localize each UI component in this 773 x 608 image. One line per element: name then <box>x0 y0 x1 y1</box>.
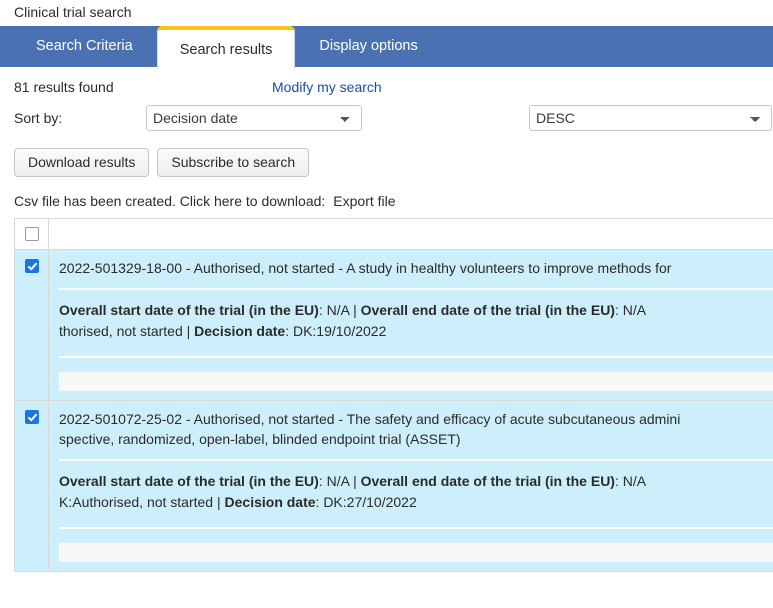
download-results-button[interactable]: Download results <box>14 148 150 177</box>
detail-field-value: : DK:27/10/2022 <box>315 494 417 510</box>
select-all-cell <box>15 219 49 249</box>
tab-bar: Search Criteria Search results Display o… <box>0 26 773 69</box>
result-title[interactable]: 2022-501072-25-02 - Authorised, not star… <box>49 401 773 429</box>
sort-order-select[interactable]: DESC <box>529 105 772 131</box>
detail-field-value: K:Authorised, not started | <box>59 494 225 510</box>
sort-field-select[interactable]: Decision date <box>146 105 362 131</box>
modify-my-search-link[interactable]: Modify my search <box>272 79 382 95</box>
table-header-row <box>15 219 773 250</box>
result-details: Overall start date of the trial (in the … <box>49 461 773 513</box>
detail-line: Overall start date of the trial (in the … <box>59 300 773 321</box>
result-progress-strip <box>59 372 773 391</box>
detail-field-value: : N/A | <box>318 473 361 489</box>
detail-field-value: : N/A <box>614 473 647 489</box>
sort-row: Sort by: Decision date DESC <box>0 95 773 131</box>
detail-line: thorised, not started | Decision date: D… <box>59 321 773 342</box>
detail-line: K:Authorised, not started | Decision dat… <box>59 492 773 513</box>
table-row[interactable]: 2022-501329-18-00 - Authorised, not star… <box>15 250 773 401</box>
csv-notice-text: Csv file has been created. Click here to… <box>14 193 326 209</box>
csv-notice: Csv file has been created. Click here to… <box>0 177 773 209</box>
detail-field-value: : N/A | <box>318 302 361 318</box>
result-title[interactable]: 2022-501329-18-00 - Authorised, not star… <box>49 250 773 278</box>
detail-line: Overall start date of the trial (in the … <box>59 471 773 492</box>
detail-field-label: Overall start date of the trial (in the … <box>59 302 319 318</box>
detail-field-label: Overall end date of the trial (in the EU… <box>360 473 615 489</box>
table-row[interactable]: 2022-501072-25-02 - Authorised, not star… <box>15 401 773 572</box>
detail-field-label: Decision date <box>194 323 286 339</box>
export-file-link[interactable]: Export file <box>333 193 395 209</box>
results-table: 2022-501329-18-00 - Authorised, not star… <box>14 218 773 572</box>
detail-field-label: Overall start date of the trial (in the … <box>59 473 319 489</box>
result-divider-lower <box>59 356 773 358</box>
row-select-checkbox[interactable] <box>24 410 39 424</box>
subscribe-to-search-button[interactable]: Subscribe to search <box>157 148 310 177</box>
detail-field-value: : DK:19/10/2022 <box>285 323 387 339</box>
result-title-continued: spective, randomized, open-label, blinde… <box>59 431 461 447</box>
row-select-cell <box>15 250 49 400</box>
results-summary-bar: 81 results found Modify my search <box>0 67 773 95</box>
page-title: Clinical trial search <box>14 4 132 20</box>
table-header-blank-cell <box>49 219 773 249</box>
detail-field-label: Decision date <box>224 494 316 510</box>
row-select-cell <box>15 401 49 571</box>
result-cell: 2022-501329-18-00 - Authorised, not star… <box>49 250 773 400</box>
result-details: Overall start date of the trial (in the … <box>49 290 773 342</box>
tab-search-results[interactable]: Search results <box>156 26 296 69</box>
select-all-checkbox[interactable] <box>24 227 39 241</box>
result-progress-strip <box>59 543 773 562</box>
tab-display-options[interactable]: Display options <box>297 26 439 67</box>
detail-field-label: Overall end date of the trial (in the EU… <box>360 302 615 318</box>
detail-field-value: thorised, not started | <box>59 323 195 339</box>
sort-by-label: Sort by: <box>14 110 63 126</box>
results-count: 81 results found <box>14 79 114 95</box>
result-cell: 2022-501072-25-02 - Authorised, not star… <box>49 401 773 571</box>
detail-field-value: : N/A <box>614 302 647 318</box>
result-divider-lower <box>59 527 773 529</box>
tab-search-criteria[interactable]: Search Criteria <box>14 26 155 67</box>
row-select-checkbox[interactable] <box>24 259 39 273</box>
action-button-row: Download results Subscribe to search <box>0 131 773 177</box>
